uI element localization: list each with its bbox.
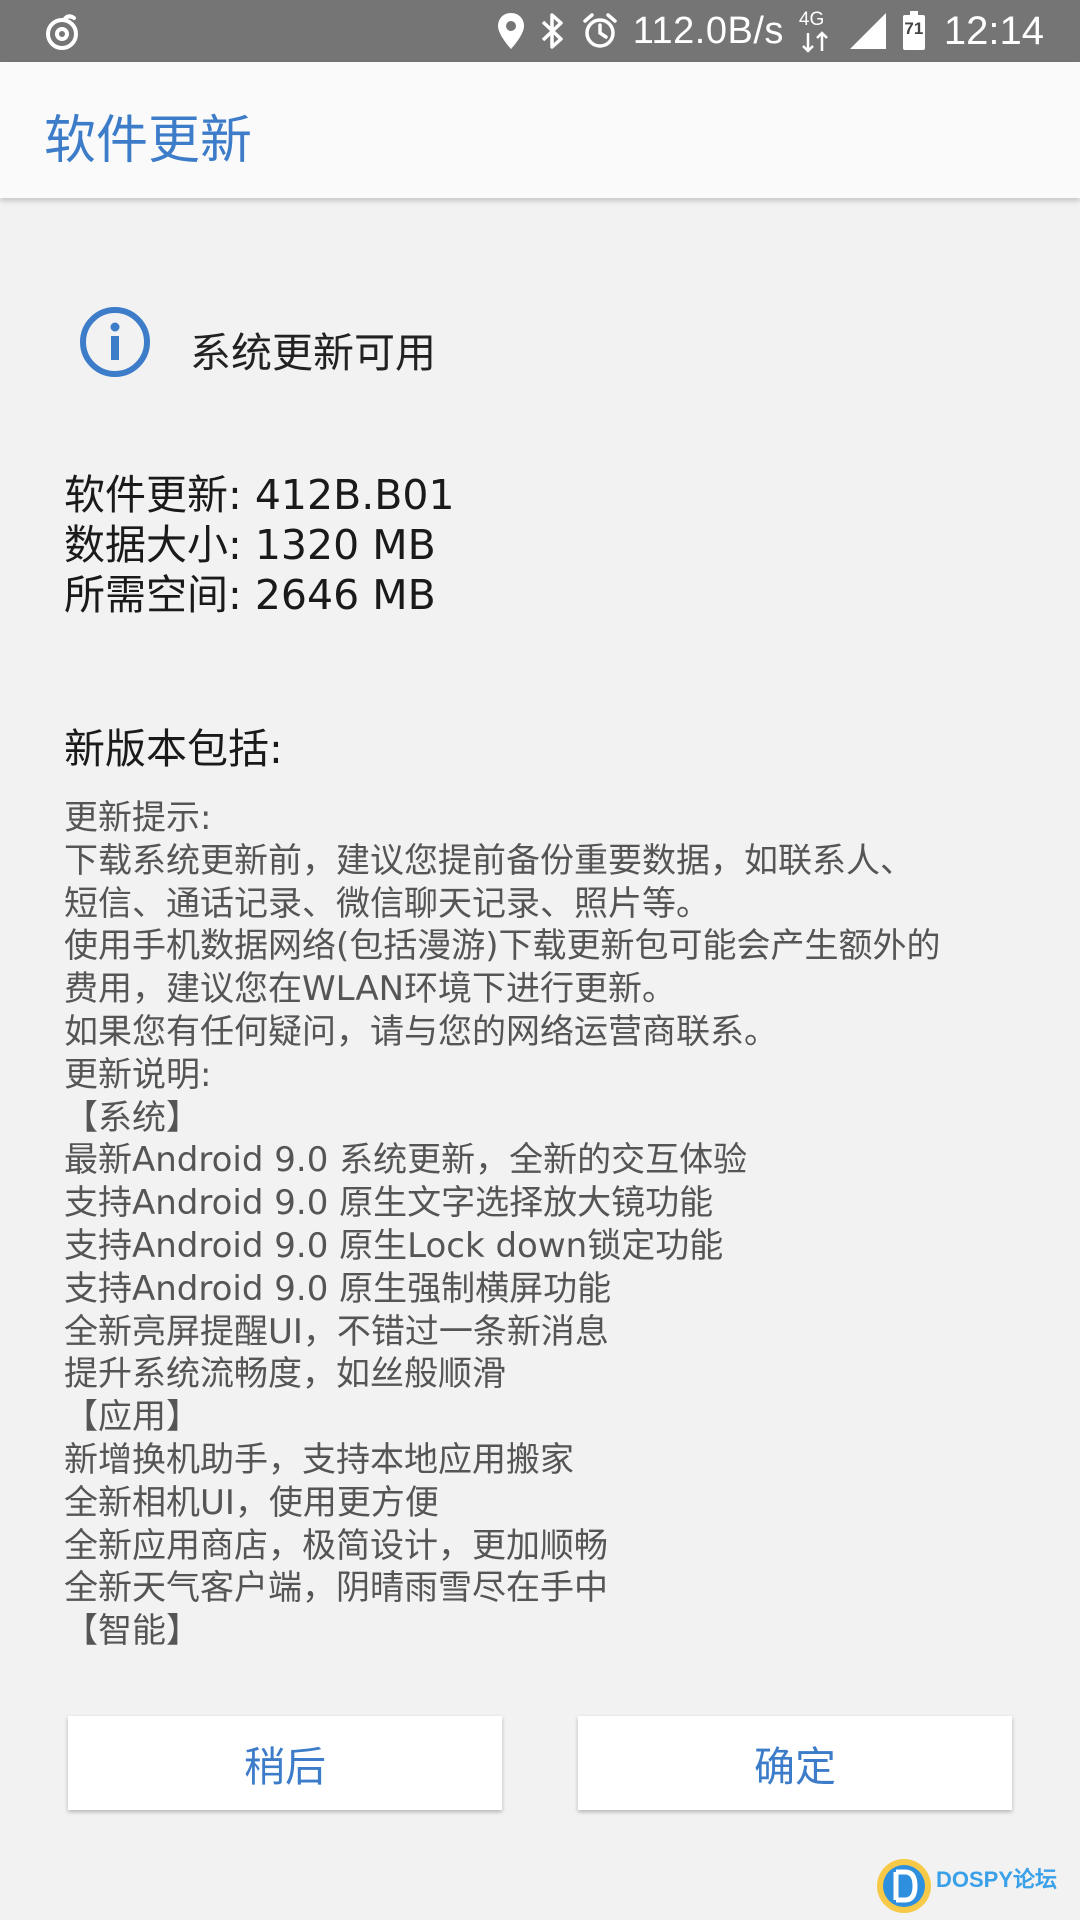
note-line: 短信、通话记录、微信聊天记录、照片等。 [64, 883, 710, 924]
note-line: 全新天气客户端，阴晴雨雪尽在手中 [64, 1568, 608, 1609]
note-line: 使用手机数据网络(包括漫游)下载更新包可能会产生额外的 [64, 926, 941, 967]
note-line: 【智能】 [64, 1611, 200, 1645]
note-line: 新增换机助手，支持本地应用搬家 [64, 1439, 574, 1480]
confirm-button[interactable]: 确定 [578, 1716, 1012, 1810]
network-type-icon: 4G [798, 9, 834, 53]
later-button[interactable]: 稍后 [68, 1716, 502, 1810]
bluetooth-icon [539, 11, 567, 51]
note-line: 支持Android 9.0 原生文字选择放大镜功能 [64, 1183, 714, 1224]
net-speed: 112.0B/s [632, 9, 784, 52]
data-size: 数据大小: 1320 MB [64, 521, 436, 569]
clock: 12:14 [943, 8, 1044, 53]
update-available-text: 系统更新可用 [190, 329, 436, 377]
netease-music-icon [42, 12, 82, 52]
software-version: 软件更新: 412B.B01 [64, 471, 455, 519]
note-line: 如果您有任何疑问，请与您的网络运营商联系。 [64, 1011, 778, 1052]
version-info: 软件更新: 412B.B01 数据大小: 1320 MB 所需空间: 2646 … [64, 470, 455, 620]
location-icon [497, 12, 525, 50]
note-line: 费用，建议您在WLAN环境下进行更新。 [64, 969, 677, 1010]
note-line: 【系统】 [64, 1097, 200, 1138]
battery-icon: 71 [902, 11, 926, 51]
note-line: 最新Android 9.0 系统更新，全新的交互体验 [64, 1140, 748, 1181]
app-bar: 软件更新 [0, 62, 1080, 198]
required-space: 所需空间: 2646 MB [64, 571, 436, 619]
dospy-watermark: DOSPY论坛 [874, 1856, 1074, 1916]
note-line: 支持Android 9.0 原生Lock down锁定功能 [64, 1225, 724, 1266]
dospy-logo-icon [877, 1859, 931, 1913]
status-bar: 112.0B/s 4G 71 12:14 [0, 0, 1080, 62]
note-line: 下载系统更新前，建议您提前备份重要数据，如联系人、 [64, 840, 914, 881]
note-line: 支持Android 9.0 原生强制横屏功能 [64, 1268, 612, 1309]
new-version-title: 新版本包括: [64, 725, 283, 773]
note-line: 【应用】 [64, 1397, 200, 1438]
alarm-icon [581, 12, 619, 50]
note-line: 更新说明: [64, 1054, 212, 1095]
note-line: 提升系统流畅度，如丝般顺滑 [64, 1354, 506, 1395]
page-title: 软件更新 [44, 111, 253, 171]
note-line: 全新应用商店，极简设计，更加顺畅 [64, 1525, 608, 1566]
release-notes[interactable]: 更新提示: 下载系统更新前，建议您提前备份重要数据，如联系人、 短信、通话记录、… [64, 797, 1024, 1645]
signal-icon [848, 11, 888, 51]
info-icon [78, 305, 152, 379]
note-line: 全新亮屏提醒UI，不错过一条新消息 [64, 1311, 609, 1352]
note-line: 全新相机UI，使用更方便 [64, 1482, 439, 1523]
note-line: 更新提示: [64, 798, 212, 838]
